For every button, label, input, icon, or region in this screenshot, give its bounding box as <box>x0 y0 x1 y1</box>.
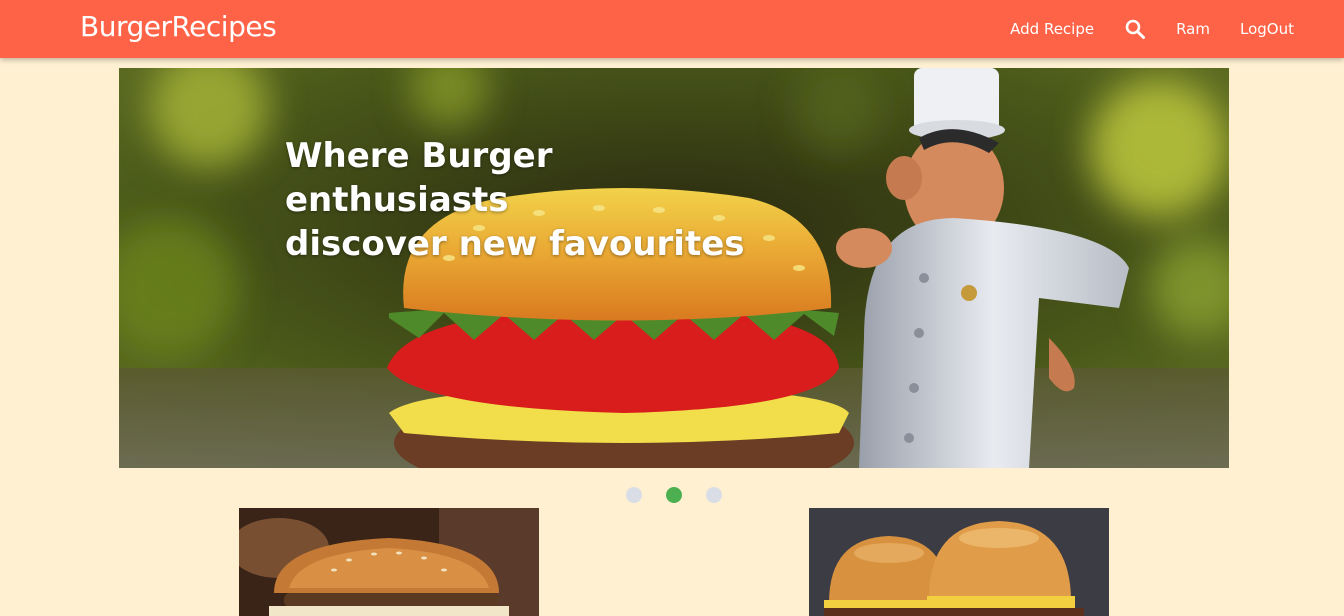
hero-caption: Where Burger enthusiasts discover new fa… <box>285 134 785 266</box>
add-recipe-link[interactable]: Add Recipe <box>1010 20 1094 38</box>
search-icon[interactable] <box>1124 18 1146 40</box>
carousel-dot-3[interactable] <box>706 487 722 503</box>
navbar: BurgerRecipes Add Recipe Ram LogOut <box>0 0 1344 58</box>
double-burger-photo-image <box>809 508 1109 616</box>
carousel-dot-2[interactable] <box>666 487 682 503</box>
nav-links: Add Recipe Ram LogOut <box>980 0 1294 58</box>
carousel-dot-1[interactable] <box>626 487 642 503</box>
carousel-indicators <box>626 487 746 503</box>
logout-link[interactable]: LogOut <box>1240 20 1294 38</box>
hero-caption-line-1: Where Burger enthusiasts <box>285 136 553 220</box>
hero-caption-line-2: discover new favourites <box>285 224 745 264</box>
hero-slide-image <box>119 68 1229 468</box>
user-profile-link[interactable]: Ram <box>1176 20 1210 38</box>
burger-photo-image <box>239 508 539 616</box>
brand-logo-link[interactable]: BurgerRecipes <box>80 10 277 43</box>
recipe-card-image-2[interactable] <box>809 508 1109 616</box>
recipe-card-image-1[interactable] <box>239 508 539 616</box>
hero-carousel[interactable]: Where Burger enthusiasts discover new fa… <box>119 68 1229 468</box>
